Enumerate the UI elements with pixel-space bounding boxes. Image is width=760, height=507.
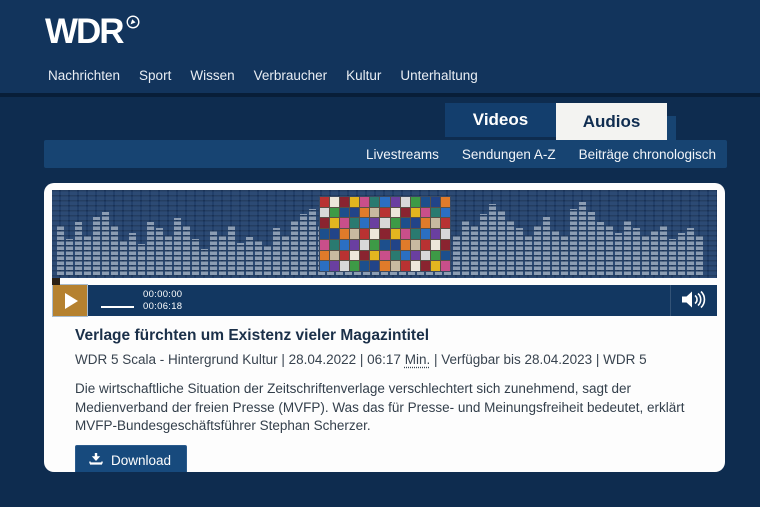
episode-meta-suffix: | Verfügbar bis 28.04.2023 | WDR 5 (430, 352, 646, 367)
tab-audios[interactable]: Audios (556, 103, 667, 140)
subnav-bar: Livestreams Sendungen A-Z Beiträge chron… (44, 140, 727, 168)
progress-line (101, 306, 134, 308)
tab-videos[interactable]: Videos (445, 103, 556, 137)
ard-registered-mark-icon (126, 15, 140, 34)
seek-handle[interactable] (52, 278, 60, 285)
nav-item-unterhaltung[interactable]: Unterhaltung (400, 68, 477, 83)
page: { "header": { "logo_text": "WDR", "nav_i… (0, 0, 760, 507)
episode-info: Verlage fürchten um Existenz vieler Maga… (52, 316, 717, 472)
tab-bar-notch (667, 116, 676, 140)
subnav-item-livestreams[interactable]: Livestreams (366, 147, 439, 162)
minutes-abbreviation: Min. (405, 352, 431, 367)
download-button[interactable]: Download (75, 445, 187, 472)
nav-item-nachrichten[interactable]: Nachrichten (48, 68, 120, 83)
play-button[interactable] (52, 284, 88, 317)
nav-item-kultur[interactable]: Kultur (346, 68, 381, 83)
download-icon (89, 453, 103, 469)
elapsed-time: 00:00:00 (143, 289, 182, 300)
main-nav: Nachrichten Sport Wissen Verbraucher Kul… (48, 68, 478, 83)
episode-description: Die wirtschaftliche Situation der Zeitsc… (75, 380, 694, 436)
media-type-tabs: Videos Audios (445, 103, 676, 137)
episode-title: Verlage fürchten um Existenz vieler Maga… (75, 327, 694, 345)
nav-item-wissen[interactable]: Wissen (190, 68, 234, 83)
wdr-logo[interactable]: WDR (45, 14, 140, 49)
site-header: WDR Nachrichten Sport Wissen Verbraucher… (0, 0, 760, 97)
episode-meta: WDR 5 Scala - Hintergrund Kultur | 28.04… (75, 352, 694, 367)
volume-button[interactable] (671, 285, 717, 316)
play-icon (65, 293, 78, 309)
episode-meta-prefix: WDR 5 Scala - Hintergrund Kultur | 28.04… (75, 352, 405, 367)
nav-item-sport[interactable]: Sport (139, 68, 171, 83)
total-time: 00:06:18 (143, 301, 182, 312)
speaker-icon (681, 289, 708, 313)
download-label: Download (111, 453, 171, 468)
player-controls: 00:00:00 00:06:18 (52, 285, 717, 316)
waveform-banner (52, 190, 717, 278)
time-display: 00:00:00 00:06:18 (143, 289, 182, 312)
subnav-item-sendungen-az[interactable]: Sendungen A-Z (462, 147, 556, 162)
episode-thumbnail (320, 197, 450, 271)
subnav-item-beitraege-chronologisch[interactable]: Beiträge chronologisch (579, 147, 716, 162)
wdr-logo-text: WDR (45, 14, 123, 49)
audio-player-card: 00:00:00 00:06:18 Verlage fürchten um Ex… (44, 183, 725, 472)
nav-item-verbraucher[interactable]: Verbraucher (254, 68, 328, 83)
